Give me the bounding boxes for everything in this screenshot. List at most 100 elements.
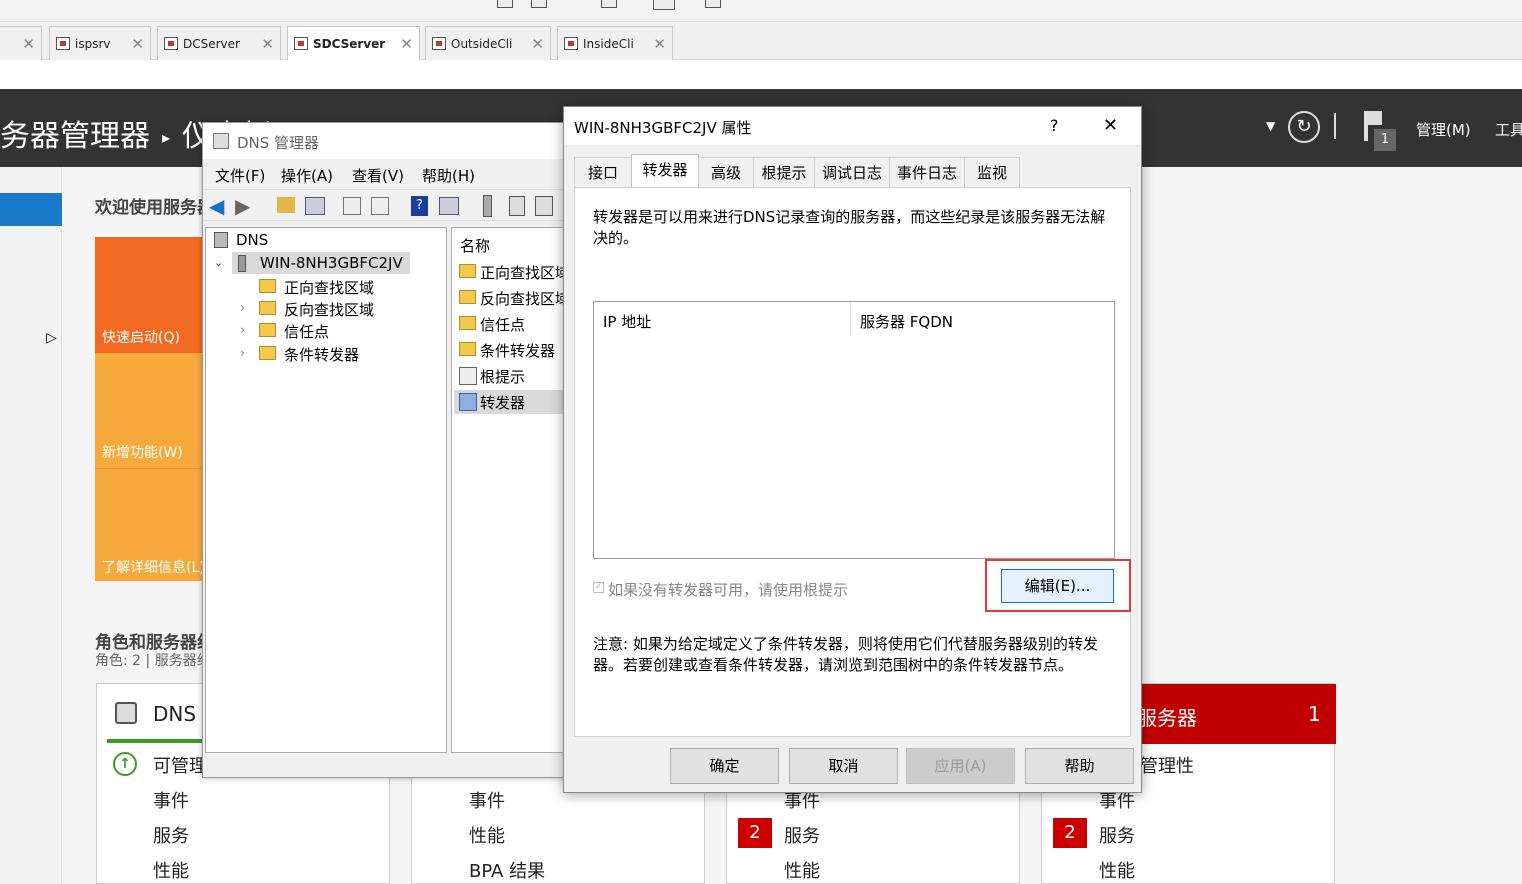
use-root-hints-checkbox[interactable]: ✓: [593, 582, 604, 593]
learn-more-label[interactable]: 了解详细信息(L): [102, 557, 212, 577]
manage-menu[interactable]: 管理(M): [1416, 119, 1471, 140]
close-icon[interactable]: ✕: [1103, 115, 1118, 136]
tab-interfaces[interactable]: 接口: [574, 157, 632, 187]
toolbar-icon[interactable]: [531, 0, 547, 8]
quick-start-label[interactable]: 快速启动(Q): [102, 327, 212, 347]
chevron-right-icon[interactable]: ›: [240, 323, 245, 338]
list-item-forwarders[interactable]: 转发器: [480, 392, 525, 413]
services-link[interactable]: 服务: [153, 822, 189, 848]
vm-tab-ispsrv[interactable]: ispsrv ✕: [49, 26, 151, 60]
vm-tab-dcserver[interactable]: DCServer ✕: [157, 26, 281, 60]
events-link[interactable]: 事件: [153, 787, 189, 813]
forwarders-list[interactable]: IP 地址 服务器 FQDN: [593, 301, 1115, 559]
list-item[interactable]: 条件转发器: [480, 340, 555, 361]
help-icon[interactable]: ?: [411, 196, 428, 216]
cancel-button[interactable]: 取消: [789, 748, 898, 784]
dns-app-icon: [213, 133, 229, 149]
whats-new-label[interactable]: 新增功能(W): [102, 442, 212, 462]
menu-action[interactable]: 操作(A): [281, 165, 333, 186]
column-header-ip[interactable]: IP 地址: [603, 311, 651, 332]
list-item[interactable]: 反向查找区域: [480, 288, 570, 309]
tab-debug-logging[interactable]: 调试日志: [814, 157, 890, 187]
ok-button[interactable]: 确定: [670, 748, 779, 784]
events-link[interactable]: 事件: [469, 787, 505, 813]
menu-file[interactable]: 文件(F): [215, 165, 265, 186]
performance-link[interactable]: 性能: [469, 822, 505, 848]
close-icon[interactable]: ✕: [400, 35, 413, 53]
forward-arrow-icon[interactable]: ▶: [235, 194, 250, 218]
services-link[interactable]: 服务: [784, 822, 820, 848]
up-arrow-icon: ↑: [113, 752, 137, 776]
tree-item-reverse-zones[interactable]: 反向查找区域: [284, 299, 374, 320]
toolbar-icon[interactable]: [705, 0, 721, 8]
notifications-flag-icon[interactable]: 1: [1362, 109, 1396, 151]
chevron-down-icon[interactable]: ⌄: [214, 256, 223, 269]
column-header-fqdn[interactable]: 服务器 FQDN: [860, 311, 953, 332]
tree-item-dns[interactable]: DNS: [236, 231, 268, 249]
refresh-icon[interactable]: ↻: [1288, 111, 1320, 143]
close-icon[interactable]: ✕: [131, 35, 144, 53]
card-count: 1: [1308, 702, 1321, 726]
column-divider: [850, 302, 851, 336]
vm-tab-insidecli[interactable]: InsideCli ✕: [557, 26, 673, 60]
close-icon[interactable]: ✕: [531, 35, 544, 53]
apply-button[interactable]: 应用(A): [906, 748, 1015, 784]
services-link[interactable]: 服务: [1099, 822, 1135, 848]
help-icon[interactable]: ?: [1050, 116, 1059, 135]
chevron-right-icon[interactable]: ›: [240, 346, 245, 361]
list-icon[interactable]: [509, 196, 525, 216]
menu-view[interactable]: 查看(V): [352, 165, 404, 186]
copy-icon[interactable]: [535, 196, 553, 216]
help-button[interactable]: 帮助: [1025, 748, 1134, 784]
tools-menu[interactable]: 工具: [1495, 119, 1522, 140]
performance-link[interactable]: 性能: [153, 857, 189, 883]
tab-root-hints[interactable]: 根提示: [753, 157, 815, 187]
dropdown-arrow-icon[interactable]: ▼: [1266, 119, 1275, 133]
close-icon[interactable]: ✕: [653, 35, 666, 53]
folder-icon: [259, 301, 276, 315]
tab-monitoring[interactable]: 监视: [964, 157, 1020, 187]
tab-event-logging[interactable]: 事件日志: [889, 157, 965, 187]
menu-help[interactable]: 帮助(H): [422, 165, 475, 186]
services-count-badge: 2: [1053, 818, 1087, 848]
column-header-name[interactable]: 名称: [460, 235, 490, 256]
toolbar-icon[interactable]: [497, 0, 513, 8]
show-tree-icon[interactable]: [305, 197, 325, 215]
tree-item-trust-points[interactable]: 信任点: [284, 321, 329, 342]
bpa-results-link[interactable]: BPA 结果: [469, 857, 545, 883]
vm-tab-outsidecli[interactable]: OutsideCli ✕: [425, 26, 551, 60]
folder-icon: [259, 279, 276, 293]
flag-count-badge: 1: [1374, 129, 1396, 151]
vm-tab-label: OutsideCli: [451, 36, 513, 51]
edit-forwarders-button[interactable]: 编辑(E)...: [1001, 569, 1114, 603]
toolbar-icon[interactable]: [601, 0, 617, 8]
back-arrow-icon[interactable]: ◀: [209, 194, 224, 218]
expand-arrow-icon[interactable]: ▷: [46, 330, 57, 346]
mmc-icon[interactable]: [439, 197, 459, 215]
toolbar-icon[interactable]: [653, 0, 675, 10]
list-item[interactable]: 信任点: [480, 314, 525, 335]
vm-icon: [56, 37, 70, 50]
vm-icon: [164, 37, 178, 50]
server-icon[interactable]: [483, 195, 492, 217]
tree-item-conditional-forwarders[interactable]: 条件转发器: [284, 344, 359, 365]
vm-tab-partial[interactable]: ✕: [0, 26, 42, 60]
performance-link[interactable]: 性能: [1099, 857, 1135, 883]
up-folder-icon[interactable]: [277, 197, 295, 213]
close-icon[interactable]: ✕: [22, 35, 35, 53]
list-item[interactable]: 根提示: [480, 366, 525, 387]
tab-advanced[interactable]: 高级: [698, 157, 754, 187]
chevron-right-icon[interactable]: ›: [240, 301, 245, 316]
dns-card-title: DNS: [153, 702, 197, 726]
close-icon[interactable]: ✕: [261, 35, 274, 53]
vm-tab-sdcserver[interactable]: SDCServer ✕: [287, 26, 420, 60]
tree-item-server[interactable]: WIN-8NH3GBFC2JV: [260, 254, 403, 272]
properties-icon[interactable]: [343, 197, 361, 215]
performance-link[interactable]: 性能: [784, 857, 820, 883]
list-item[interactable]: 正向查找区域: [480, 262, 570, 283]
tab-forwarders[interactable]: 转发器: [631, 154, 699, 188]
tree-item-forward-zones[interactable]: 正向查找区域: [284, 277, 374, 298]
nav-item-selected[interactable]: [0, 193, 62, 226]
breadcrumb-separator: ▸: [162, 128, 171, 147]
export-icon[interactable]: [371, 197, 389, 215]
